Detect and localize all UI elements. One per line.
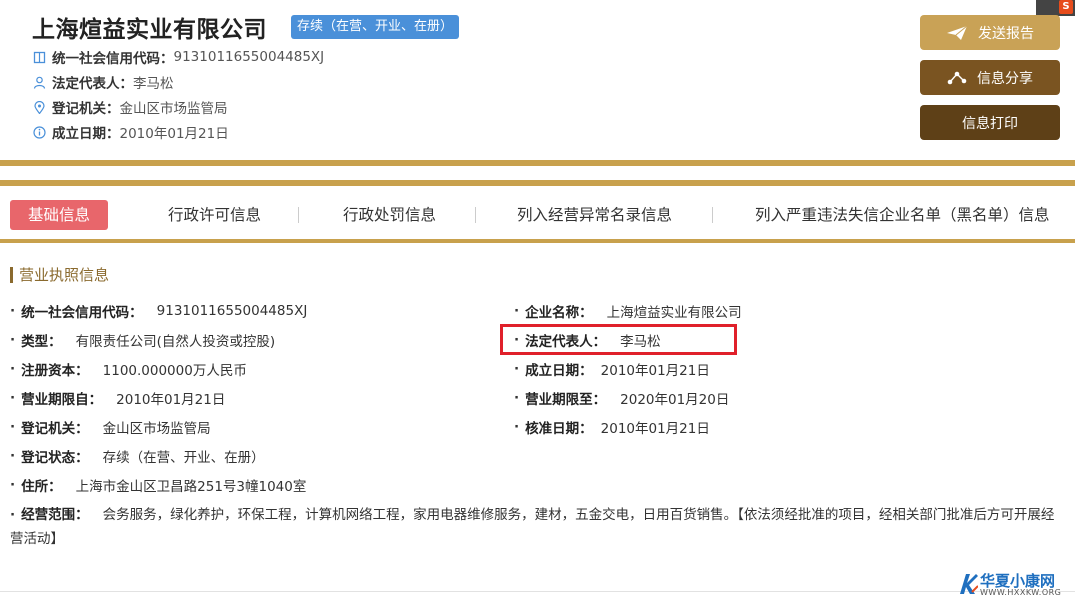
field-business-scope: · 经营范围： 会务服务，绿化养护，环保工程，计算机网络工程，家用电器维修服务，建材… <box>10 507 1055 547</box>
credit-code-line: 统一社会信用代码： 9131011655004485XJ <box>32 47 324 67</box>
book-icon <box>32 50 46 64</box>
business-scope-label: 经营范围： <box>21 507 89 523</box>
location-pin-icon <box>32 100 46 114</box>
legal-rep-label: 法定代表人： <box>52 76 133 92</box>
field-authority: · 登记机关： 金山区市场监管局 <box>10 419 211 437</box>
send-report-button[interactable]: 发送报告 <box>920 15 1060 50</box>
field-term-from: · 营业期限自： 2010年01月21日 <box>10 390 226 408</box>
corner-app-logo: S <box>1036 0 1075 16</box>
share-nodes-icon <box>947 70 967 86</box>
bottom-divider <box>0 591 1075 592</box>
tab-separator <box>712 207 713 223</box>
highlight-box <box>500 324 737 355</box>
corner-logo-letter: S <box>1059 0 1073 14</box>
tab-abnormal-list[interactable]: 列入经营异常名录信息 <box>517 200 672 230</box>
header-divider-top <box>0 160 1075 166</box>
tab-separator <box>475 207 476 223</box>
tabs-divider <box>0 239 1075 243</box>
established-value: 2010年01月21日 <box>119 126 229 142</box>
field-term-to: · 营业期限至： 2020年01月20日 <box>514 390 730 408</box>
tab-admin-penalty[interactable]: 行政处罚信息 <box>343 200 436 230</box>
company-name: 上海煊益实业有限公司 <box>32 17 267 43</box>
section-title: 营业执照信息 <box>10 264 109 285</box>
watermark-url: WWW.HXXKW.ORG <box>980 588 1062 597</box>
print-label: 信息打印 <box>962 115 1018 132</box>
field-company-name: · 企业名称： 上海煊益实业有限公司 <box>514 303 742 321</box>
tab-blacklist[interactable]: 列入严重违法失信企业名单（黑名单）信息 <box>755 200 1050 230</box>
legal-rep-value: 李马松 <box>133 76 174 92</box>
watermark-logo-icon <box>958 572 979 596</box>
section-title-text: 营业执照信息 <box>19 266 110 284</box>
field-address: · 住所： 上海市金山区卫昌路251号3幢1040室 <box>10 477 307 495</box>
authority-label: 登记机关： <box>52 101 120 117</box>
field-established: · 成立日期： 2010年01月21日 <box>514 361 710 379</box>
section-marker <box>10 266 13 283</box>
field-approval-date: · 核准日期： 2010年01月21日 <box>514 419 710 437</box>
status-badge: 存续（在营、开业、在册） <box>291 15 460 39</box>
field-credit-code: · 统一社会信用代码： 9131011655004485XJ <box>10 303 308 321</box>
info-icon <box>32 125 46 139</box>
tab-bar: 基础信息 行政许可信息 行政处罚信息 列入经营异常名录信息 列入严重违法失信企业… <box>0 190 1075 240</box>
field-type: · 类型： 有限责任公司(自然人投资或控股) <box>10 332 276 350</box>
authority-line: 登记机关： 金山区市场监管局 <box>32 97 228 117</box>
share-label: 信息分享 <box>977 70 1033 87</box>
established-line: 成立日期： 2010年01月21日 <box>32 122 229 142</box>
credit-code-value: 9131011655004485XJ <box>173 49 325 65</box>
tab-separator <box>298 207 299 223</box>
tab-basic-info[interactable]: 基础信息 <box>10 200 108 230</box>
print-button[interactable]: 信息打印 <box>920 105 1060 140</box>
authority-value: 金山区市场监管局 <box>119 101 228 117</box>
credit-code-label: 统一社会信用代码： <box>52 51 174 67</box>
send-report-label: 发送报告 <box>978 25 1034 42</box>
legal-rep-line: 法定代表人： 李马松 <box>32 72 174 92</box>
person-icon <box>32 75 46 89</box>
watermark: 华夏小康网 WWW.HXXKW.ORG <box>958 570 1073 599</box>
paper-plane-icon <box>946 25 968 41</box>
share-button[interactable]: 信息分享 <box>920 60 1060 95</box>
tab-admin-license[interactable]: 行政许可信息 <box>168 200 261 230</box>
header-divider-bottom <box>0 180 1075 186</box>
business-scope-value: 会务服务，绿化养护，环保工程，计算机网络工程，家用电器维修服务，建材，五金交电，… <box>10 507 1055 547</box>
established-label: 成立日期： <box>52 126 120 142</box>
field-reg-status: · 登记状态： 存续（在营、开业、在册） <box>10 448 265 466</box>
field-registered-capital: · 注册资本： 1100.000000万人民币 <box>10 361 247 379</box>
